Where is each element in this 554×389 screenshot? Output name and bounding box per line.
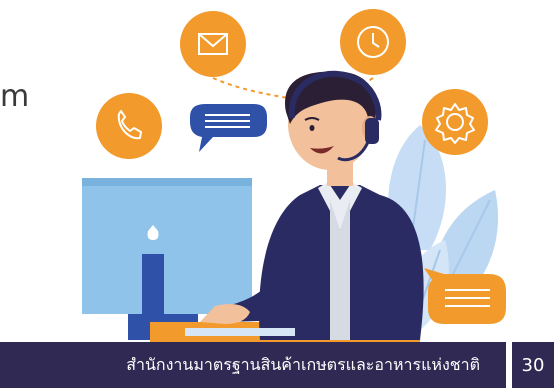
- footer-organization-name: สำนักงานมาตรฐานสินค้าเกษตรและอาหารแห่งชา…: [126, 354, 480, 374]
- keyboard: [185, 328, 295, 336]
- gear-icon: [422, 89, 488, 155]
- message-bubble-icon: [424, 268, 506, 324]
- chat-bubble-icon: [190, 104, 267, 152]
- call-center-illustration: [82, 9, 506, 342]
- footer: สำนักงานมาตรฐานสินค้าเกษตรและอาหารแห่งชา…: [0, 340, 554, 389]
- phone-icon: [96, 93, 162, 159]
- mail-icon: [180, 11, 246, 77]
- clock-icon: [340, 9, 406, 75]
- page-number: 30: [521, 354, 545, 376]
